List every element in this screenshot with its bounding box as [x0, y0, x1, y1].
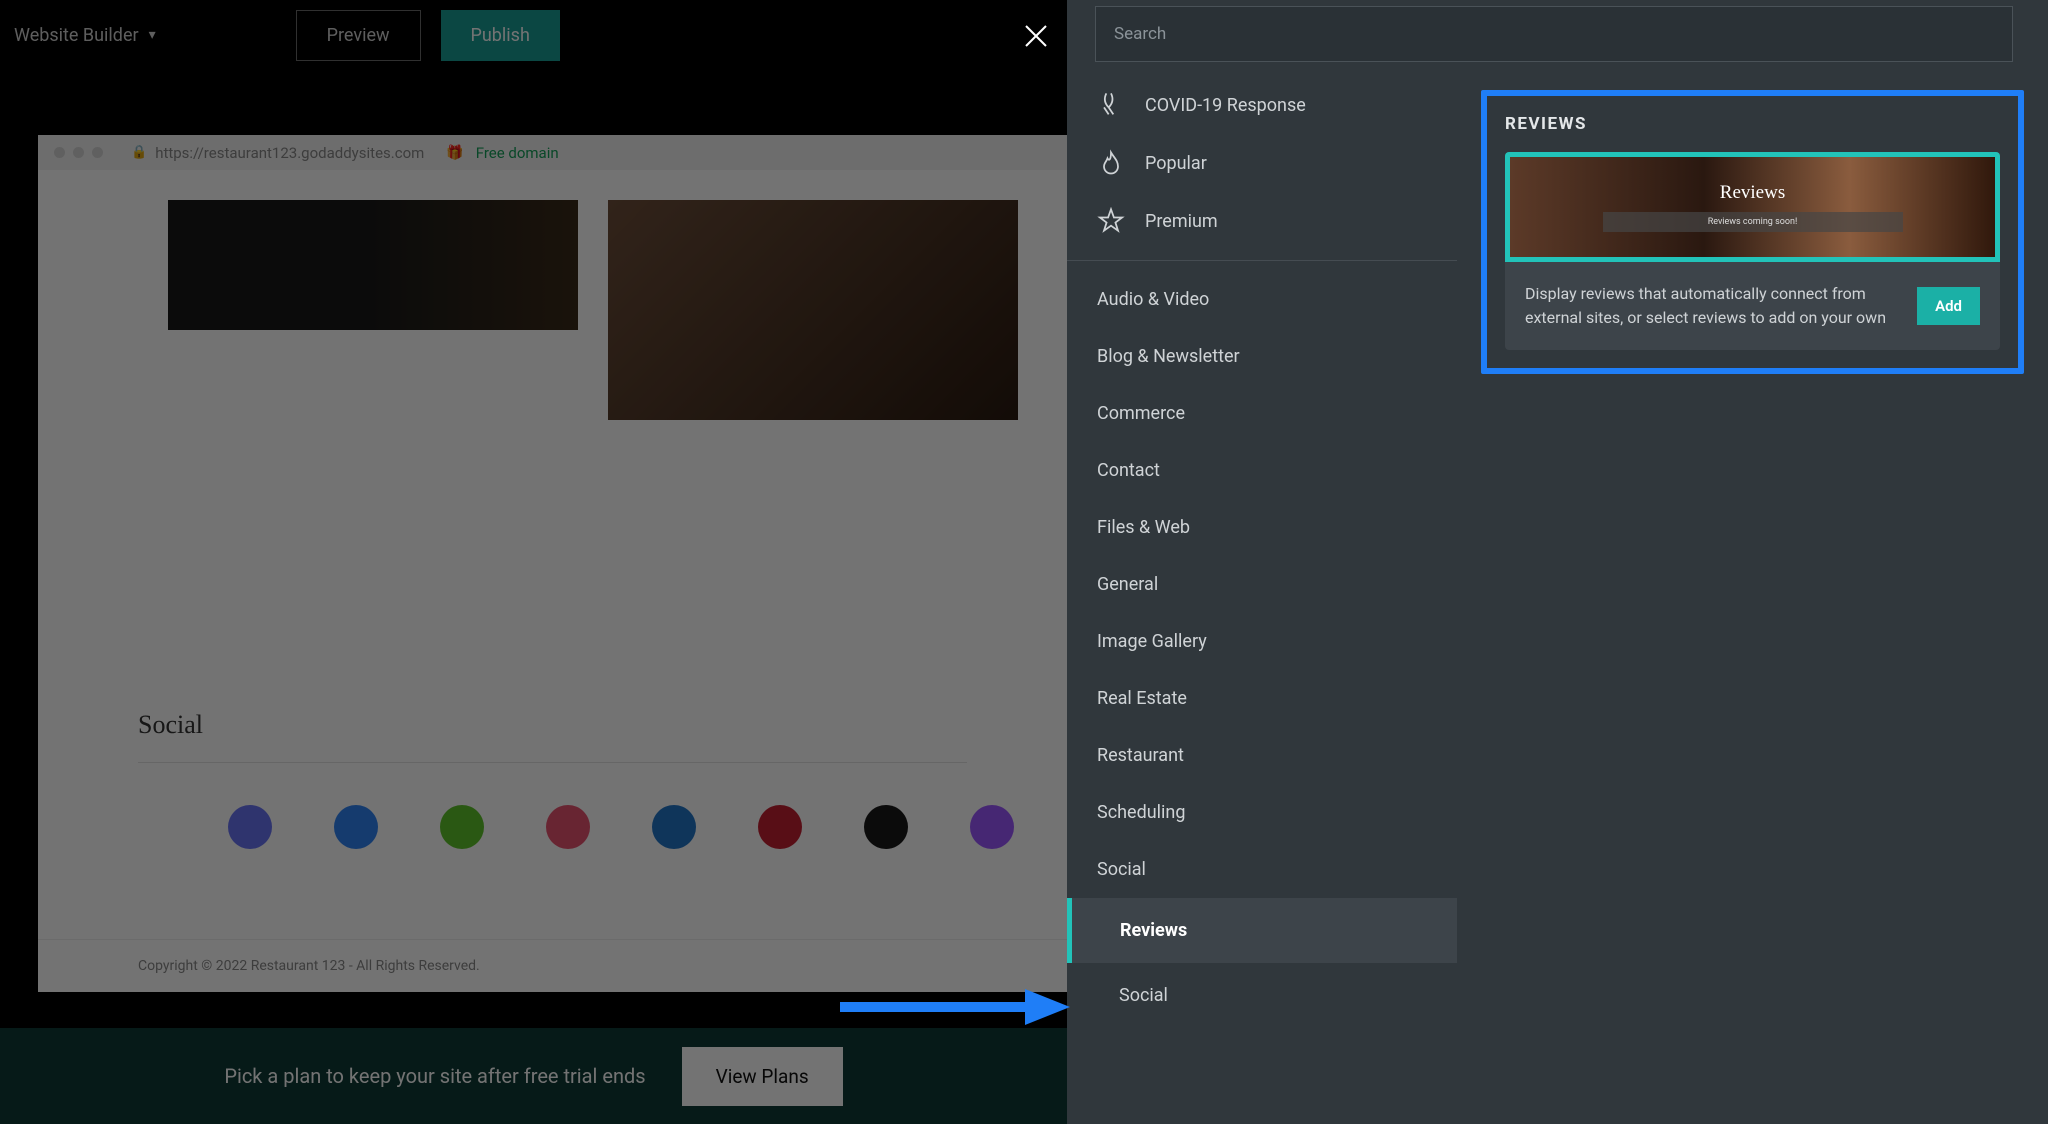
facebook-icon[interactable] [334, 805, 378, 849]
plan-bar: Pick a plan to keep your site after free… [0, 1028, 1067, 1124]
instagram-icon[interactable] [546, 805, 590, 849]
pinterest-icon[interactable] [758, 805, 802, 849]
category-label: General [1097, 574, 1158, 595]
category-files-web[interactable]: Files & Web [1067, 499, 1457, 556]
category-label: Scheduling [1097, 802, 1185, 823]
category-covid[interactable]: COVID-19 Response [1067, 76, 1457, 134]
category-label: Restaurant [1097, 745, 1184, 766]
section-preview-card[interactable]: Reviews Reviews coming soon! Display rev… [1505, 152, 2000, 350]
top-header: Website Builder ▾ Preview Publish [0, 0, 1067, 70]
browser-bar: 🔒 https://restaurant123.godaddysites.com… [38, 135, 1067, 170]
category-label: Social [1097, 859, 1146, 880]
chevron-down-icon: ▾ [149, 27, 156, 43]
highlight-annotation: REVIEWS Reviews Reviews coming soon! Dis… [1481, 90, 2024, 374]
star-icon [1097, 207, 1125, 235]
category-label: COVID-19 Response [1145, 95, 1306, 116]
gallery-image [608, 200, 1018, 420]
close-icon [1023, 23, 1049, 49]
linkedin-icon[interactable] [652, 805, 696, 849]
twitch-icon[interactable] [970, 805, 1014, 849]
traffic-dot [92, 147, 103, 158]
flame-icon [1097, 149, 1125, 177]
category-label: Image Gallery [1097, 631, 1207, 652]
brand-label: Website Builder [14, 25, 139, 46]
subcategory-label: Social [1119, 985, 1168, 1006]
page-content: Social Copyright © 2022 Restaurant 123 -… [38, 170, 1067, 992]
preview-heading: Reviews [1720, 182, 1785, 204]
category-label: Audio & Video [1097, 289, 1209, 310]
subcategory-reviews[interactable]: Reviews [1067, 898, 1457, 963]
header-buttons: Preview Publish [296, 10, 560, 61]
ribbon-icon [1097, 91, 1125, 119]
divider [1067, 260, 1457, 261]
category-label: Popular [1145, 153, 1207, 174]
category-column: COVID-19 Response Popular Premium Audio … [1067, 0, 1457, 1124]
category-label: Real Estate [1097, 688, 1187, 709]
traffic-dot [73, 147, 84, 158]
discord-icon[interactable] [228, 805, 272, 849]
gift-icon: 🎁 [446, 145, 463, 161]
view-plans-button[interactable]: View Plans [682, 1047, 843, 1106]
plan-message: Pick a plan to keep your site after free… [224, 1064, 645, 1088]
category-social[interactable]: Social [1067, 841, 1457, 898]
detail-column: REVIEWS Reviews Reviews coming soon! Dis… [1457, 0, 2048, 1124]
preview-button[interactable]: Preview [296, 10, 421, 61]
category-premium[interactable]: Premium [1067, 192, 1457, 250]
preview-url: https://restaurant123.godaddysites.com [155, 144, 424, 162]
gallery-image [168, 200, 578, 330]
category-popular[interactable]: Popular [1067, 134, 1457, 192]
traffic-dot [54, 147, 65, 158]
category-label: Blog & Newsletter [1097, 346, 1240, 367]
category-blog-newsletter[interactable]: Blog & Newsletter [1067, 328, 1457, 385]
category-audio-video[interactable]: Audio & Video [1067, 271, 1457, 328]
category-label: Premium [1145, 211, 1218, 232]
category-general[interactable]: General [1067, 556, 1457, 613]
preview-thumbnail: Reviews Reviews coming soon! [1505, 152, 2000, 262]
category-label: Commerce [1097, 403, 1185, 424]
category-real-estate[interactable]: Real Estate [1067, 670, 1457, 727]
category-commerce[interactable]: Commerce [1067, 385, 1457, 442]
subcategory-social[interactable]: Social [1067, 963, 1457, 1028]
free-domain-link[interactable]: Free domain [476, 144, 559, 162]
image-gallery-row [38, 170, 1067, 590]
category-list[interactable]: COVID-19 Response Popular Premium Audio … [1067, 76, 1457, 1124]
traffic-lights [54, 147, 103, 158]
preview-subtext: Reviews coming soon! [1603, 212, 1903, 232]
houzz-icon[interactable] [440, 805, 484, 849]
preview-description: Display reviews that automatically conne… [1525, 282, 1901, 330]
add-button[interactable]: Add [1917, 287, 1980, 325]
category-scheduling[interactable]: Scheduling [1067, 784, 1457, 841]
category-label: Files & Web [1097, 517, 1190, 538]
annotation-arrow [840, 985, 1070, 1029]
tiktok-icon[interactable] [864, 805, 908, 849]
close-button[interactable] [1020, 20, 1052, 52]
lock-icon: 🔒 [131, 145, 147, 160]
brand-dropdown[interactable]: Website Builder ▾ [14, 25, 156, 46]
category-restaurant[interactable]: Restaurant [1067, 727, 1457, 784]
publish-button[interactable]: Publish [441, 10, 560, 61]
website-preview: 🔒 https://restaurant123.godaddysites.com… [38, 135, 1067, 992]
detail-title: REVIEWS [1505, 114, 2000, 134]
category-contact[interactable]: Contact [1067, 442, 1457, 499]
social-icons-row [38, 763, 1067, 849]
add-section-panel: COVID-19 Response Popular Premium Audio … [1067, 0, 2048, 1124]
subcategory-label: Reviews [1120, 920, 1187, 941]
social-heading: Social [138, 710, 1067, 740]
preview-description-row: Display reviews that automatically conne… [1505, 262, 2000, 350]
arrow-icon [840, 985, 1070, 1029]
category-label: Contact [1097, 460, 1160, 481]
category-image-gallery[interactable]: Image Gallery [1067, 613, 1457, 670]
